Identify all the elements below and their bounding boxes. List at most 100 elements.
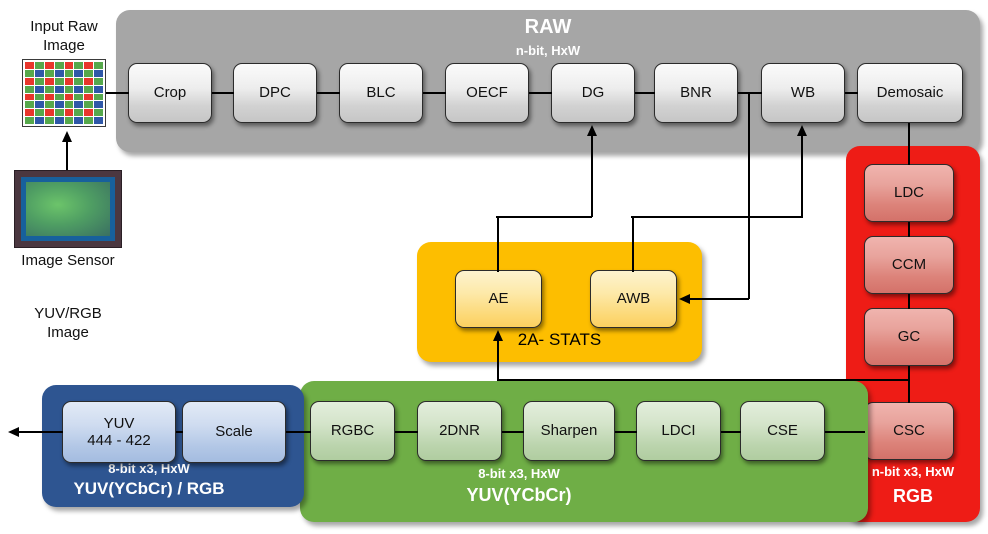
bayer-cell — [74, 85, 84, 93]
bayer-cell — [84, 93, 94, 101]
stage-gc-label: GC — [897, 328, 921, 346]
bayer-cell — [94, 69, 103, 77]
image-sensor-photo — [14, 170, 122, 248]
bayer-cell — [34, 93, 44, 101]
bayer-cell — [94, 62, 103, 69]
stage-ldc[interactable]: LDC — [864, 164, 954, 222]
stage-cse[interactable]: CSE — [740, 401, 825, 461]
stage-sharpen-label: Sharpen — [540, 422, 598, 440]
bayer-cell — [84, 101, 94, 109]
stage-sharpen[interactable]: Sharpen — [523, 401, 615, 461]
bayer-cell — [74, 109, 84, 117]
bayer-cell — [34, 101, 44, 109]
bayer-cell — [54, 101, 64, 109]
stage-crop[interactable]: Crop — [128, 63, 212, 123]
bayer-cell — [84, 117, 94, 124]
wire-ae-to-dg — [591, 135, 593, 217]
bayer-cell — [44, 85, 54, 93]
panel-yuv-ycbcr-title: YUV(YCbCr) — [466, 485, 572, 505]
bayer-cell — [25, 101, 34, 109]
stage-yuv444422[interactable]: YUV 444 - 422 — [62, 401, 176, 463]
wire-blc-oecf — [423, 92, 446, 94]
bayer-cell — [44, 101, 54, 109]
stage-oecf[interactable]: OECF — [445, 63, 529, 123]
wire-awb-up — [632, 216, 634, 272]
wire-crop-dpc — [212, 92, 234, 94]
stage-rgbc[interactable]: RGBC — [310, 401, 395, 461]
arrow-into-ae-icon — [492, 330, 503, 341]
wire-bnr-down — [748, 92, 750, 299]
stage-dg[interactable]: DG — [551, 63, 635, 123]
stage-ccm[interactable]: CCM — [864, 236, 954, 294]
stage-dpc[interactable]: DPC — [233, 63, 317, 123]
bayer-cell — [74, 117, 84, 124]
stage-rgbc-label: RGBC — [330, 422, 375, 440]
bayer-cell — [64, 85, 74, 93]
stage-awb-label: AWB — [616, 290, 651, 308]
arrow-into-wb-icon — [796, 125, 807, 136]
pipeline-diagram: RAW n-bit, HxW Crop DPC BLC OECF DG BNR … — [0, 0, 988, 534]
stage-bnr[interactable]: BNR — [654, 63, 738, 123]
yuv-rgb-image-label: YUV/RGB Image — [8, 305, 128, 343]
stage-bnr-label: BNR — [680, 84, 712, 102]
bayer-cell — [34, 117, 44, 124]
bayer-cell — [34, 62, 44, 69]
stage-demosaic[interactable]: Demosaic — [857, 63, 963, 123]
bayer-cell — [54, 69, 64, 77]
sensor-die — [26, 182, 110, 236]
panel-yuv-rgb-out-subtitle: 8-bit x3, HxW — [108, 461, 190, 476]
bayer-cell — [54, 62, 64, 69]
stage-ldci-label: LDCI — [661, 422, 696, 440]
bayer-cell — [25, 117, 34, 124]
stage-crop-label: Crop — [153, 84, 187, 102]
bayer-cell — [84, 109, 94, 117]
bayer-cell — [25, 109, 34, 117]
yuv-rgb-image-label-line1: YUV/RGB — [34, 305, 102, 322]
stage-ldc-label: LDC — [893, 184, 924, 202]
stage-oecf-label: OECF — [466, 84, 508, 102]
stage-csc[interactable]: CSC — [864, 402, 954, 460]
stage-wb[interactable]: WB — [761, 63, 845, 123]
bayer-cell — [34, 85, 44, 93]
arrow-into-awb-icon — [679, 293, 690, 304]
stage-csc-label: CSC — [893, 422, 925, 440]
bayer-cell — [64, 77, 74, 85]
bayer-cell — [74, 69, 84, 77]
stage-blc-label: BLC — [366, 84, 396, 102]
bayer-cell — [74, 93, 84, 101]
input-raw-image-label-line2: Image — [43, 36, 85, 54]
bayer-cell — [54, 93, 64, 101]
bayer-cell — [64, 101, 74, 109]
bayer-cell — [94, 109, 103, 117]
stage-ae-label: AE — [488, 290, 509, 308]
wire-sharpen-ldci — [615, 431, 637, 433]
stage-ldci[interactable]: LDCI — [636, 401, 721, 461]
wire-ldc-ccm — [908, 222, 910, 237]
bayer-cell — [25, 62, 34, 69]
bayer-cell — [74, 77, 84, 85]
arrow-into-dg-icon — [586, 125, 597, 136]
stage-scale[interactable]: Scale — [182, 401, 286, 463]
bayer-cell — [94, 117, 103, 124]
wire-bayer-crop — [106, 92, 129, 94]
bayer-cell — [94, 93, 103, 101]
bayer-cell — [64, 62, 74, 69]
sensor-ring — [21, 177, 115, 241]
wire-csc-cse — [825, 431, 865, 433]
yuv-rgb-image-label-line2: Image — [47, 323, 89, 341]
stage-blc[interactable]: BLC — [339, 63, 423, 123]
input-raw-image-label: Input Raw Image — [6, 18, 122, 56]
stage-dpc-label: DPC — [259, 84, 291, 102]
bayer-cell — [44, 117, 54, 124]
stage-gc[interactable]: GC — [864, 308, 954, 366]
stage-ae[interactable]: AE — [455, 270, 542, 328]
bayer-cell — [84, 69, 94, 77]
stage-awb[interactable]: AWB — [590, 270, 677, 328]
stage-2dnr[interactable]: 2DNR — [417, 401, 502, 461]
wire-dg-bnr — [635, 92, 655, 94]
wire-ldci-cse — [721, 431, 741, 433]
panel-raw-subtitle: n-bit, HxW — [515, 43, 581, 58]
wire-dpc-blc — [317, 92, 340, 94]
wire-gc-to-ae-h — [497, 379, 909, 381]
wire-awb-right — [631, 216, 803, 218]
